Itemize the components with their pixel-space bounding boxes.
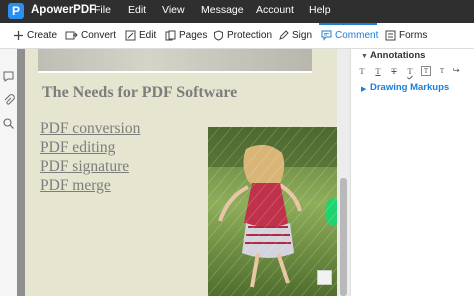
edit-button[interactable]: Edit [125, 23, 156, 48]
comment-icon [321, 30, 332, 41]
attachment-icon[interactable] [2, 94, 15, 107]
feature-item[interactable]: PDF signature [40, 158, 129, 176]
shield-icon [213, 30, 224, 41]
menu-account[interactable]: Account [256, 4, 294, 16]
active-tab-indicator [319, 23, 377, 25]
edit-label: Edit [139, 30, 157, 41]
left-rail [0, 49, 18, 296]
redo-icon[interactable]: ↪ [451, 66, 461, 76]
strikethrough-tool-button[interactable]: T [389, 66, 399, 76]
convert-button[interactable]: Convert [65, 23, 116, 48]
pages-label: Pages [179, 30, 208, 41]
convert-icon [65, 30, 78, 41]
convert-label: Convert [81, 30, 117, 41]
menu-file[interactable]: File [94, 4, 111, 16]
comment-label: Comment [335, 30, 379, 41]
pen-icon [278, 30, 289, 41]
pages-button[interactable]: Pages [165, 23, 207, 48]
scrollbar-thumb[interactable] [340, 178, 347, 296]
edit-icon [125, 30, 136, 41]
title-bar: P ApowerPDF File Edit View Message Accou… [0, 0, 474, 23]
forms-icon [385, 30, 396, 41]
app-logo: P [8, 3, 24, 19]
forms-button[interactable]: Forms [385, 23, 427, 48]
comment-list-icon[interactable] [2, 70, 15, 83]
app-name: ApowerPDF [31, 4, 97, 16]
chevron-down-icon[interactable]: ▼ [361, 53, 368, 60]
feature-item[interactable]: PDF merge [40, 177, 111, 195]
menu-help[interactable]: Help [309, 4, 331, 16]
menu-message[interactable]: Message [201, 4, 244, 16]
protection-label: Protection [227, 30, 273, 41]
feature-item[interactable]: PDF conversion [40, 120, 140, 138]
plus-icon [13, 30, 24, 41]
text-annotation-button[interactable]: T [357, 66, 367, 76]
sign-label: Sign [292, 30, 313, 41]
comment-button[interactable]: Comment [321, 23, 378, 48]
chevron-right-icon[interactable]: ▶ [361, 85, 366, 93]
sign-button[interactable]: Sign [278, 23, 312, 48]
forms-label: Forms [399, 30, 428, 41]
callout-tool-button[interactable]: T [437, 66, 447, 76]
document-canvas[interactable]: The Needs for PDF Software PDF conversio… [17, 49, 340, 296]
underline-tool-button[interactable]: T [373, 66, 383, 76]
feature-item[interactable]: PDF editing [40, 139, 115, 157]
squiggly-tool-button[interactable]: T [405, 66, 415, 76]
pages-icon [165, 30, 176, 41]
document-page: The Needs for PDF Software PDF conversio… [25, 49, 339, 296]
protection-button[interactable]: Protection [213, 23, 272, 48]
search-icon[interactable] [2, 117, 15, 130]
create-button[interactable]: Create [13, 23, 57, 48]
textbox-tool-button[interactable]: T [421, 66, 431, 76]
create-label: Create [27, 30, 58, 41]
menu-edit[interactable]: Edit [128, 4, 146, 16]
photo-badge [317, 270, 332, 285]
drawing-markups-title[interactable]: Drawing Markups [370, 82, 449, 93]
annotations-title[interactable]: Annotations [370, 50, 425, 61]
main-toolbar: Create Convert Edit Pages Protection Sig… [0, 23, 474, 49]
menu-view[interactable]: View [162, 4, 185, 16]
page-heading: The Needs for PDF Software [42, 84, 238, 101]
top-photo [38, 49, 312, 73]
